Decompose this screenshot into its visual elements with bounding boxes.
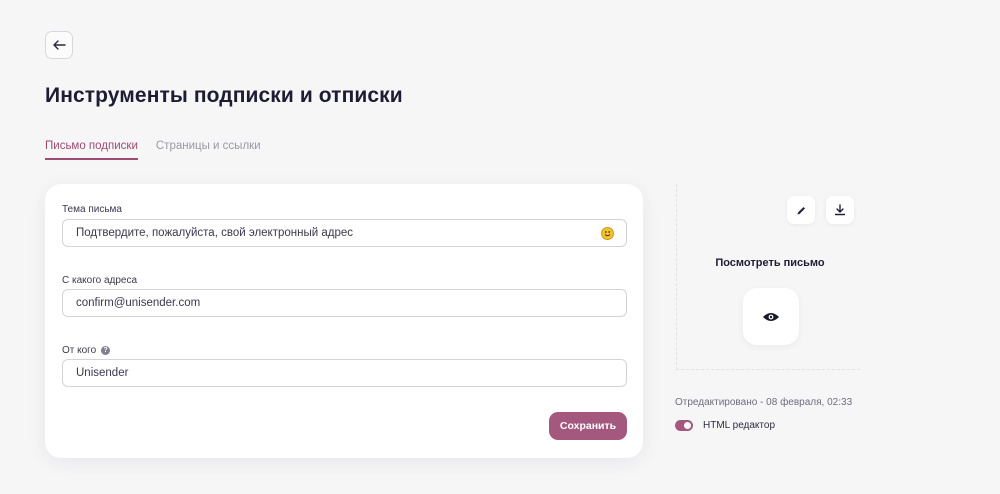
back-button[interactable]	[45, 31, 73, 59]
email-settings-card: Тема письма Подтвердите, пожалуйста, сво…	[45, 184, 643, 458]
tab-pages-and-links[interactable]: Страницы и ссылки	[156, 140, 261, 160]
html-editor-toggle[interactable]	[675, 420, 693, 431]
subject-label-text: Тема письма	[62, 204, 122, 215]
from-address-label-text: С какого адреса	[62, 275, 138, 286]
edited-timestamp: Отредактировано - 08 февраля, 02:33	[675, 397, 853, 408]
help-icon[interactable]: ?	[101, 346, 111, 355]
from-address-label: С какого адреса	[62, 275, 137, 286]
from-name-input[interactable]: Unisender	[62, 359, 627, 387]
from-name-value: Unisender	[76, 367, 129, 379]
edit-button[interactable]	[787, 196, 815, 224]
arrow-left-icon	[52, 40, 66, 50]
html-editor-toggle-row: HTML редактор	[675, 420, 775, 431]
preview-title: Посмотреть письмо	[715, 257, 825, 269]
subject-input[interactable]: Подтвердите, пожалуйста, свой электронны…	[62, 219, 627, 247]
html-editor-label: HTML редактор	[703, 420, 776, 431]
page-title: Инструменты подписки и отписки	[45, 84, 403, 107]
emoji-icon[interactable]	[601, 227, 614, 240]
eye-icon	[763, 312, 779, 321]
from-address-value: confirm@unisender.com	[76, 297, 201, 309]
from-name-label-text: От кого	[62, 345, 97, 356]
tab-bar: Письмо подписки Страницы и ссылки	[45, 140, 261, 160]
tab-subscription-email[interactable]: Письмо подписки	[45, 140, 138, 160]
from-address-input[interactable]: confirm@unisender.com	[62, 289, 627, 317]
download-button[interactable]	[826, 196, 854, 224]
subject-value: Подтвердите, пожалуйста, свой электронны…	[76, 227, 354, 239]
subject-label: Тема письма	[62, 204, 122, 215]
download-icon	[834, 204, 846, 216]
save-button[interactable]: Сохранить	[549, 412, 627, 440]
from-name-label: От кого ?	[62, 345, 111, 356]
preview-email-button[interactable]	[743, 288, 799, 345]
pencil-icon	[797, 206, 805, 214]
